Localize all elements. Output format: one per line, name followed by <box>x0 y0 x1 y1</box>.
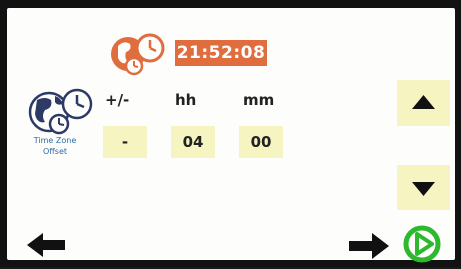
timezone-label-line1: Time Zone <box>33 136 77 145</box>
increment-button[interactable] <box>397 80 450 126</box>
confirm-button[interactable] <box>403 225 443 265</box>
minutes-column-header: mm <box>243 91 275 109</box>
timezone-offset-label: Time Zone Offset <box>27 135 83 157</box>
timezone-label-line2: Offset <box>42 147 68 156</box>
triangle-down-icon <box>412 182 435 196</box>
triangle-up-icon <box>412 95 435 109</box>
arrow-left-icon <box>27 233 65 257</box>
clock-world-icon <box>110 32 170 76</box>
touch-screen: 21:52:08 Time Zone Offset +/- hh mm - 04… <box>7 8 455 263</box>
play-circle-icon <box>403 225 441 263</box>
globe-clock-icon <box>27 86 99 136</box>
next-button[interactable] <box>347 232 389 260</box>
hours-column-header: hh <box>175 91 197 109</box>
minutes-field[interactable]: 00 <box>239 126 283 158</box>
decrement-button[interactable] <box>397 165 450 210</box>
arrow-right-icon <box>349 233 389 259</box>
sign-column-header: +/- <box>105 91 130 109</box>
back-button[interactable] <box>27 232 67 258</box>
sign-field[interactable]: - <box>103 126 147 158</box>
hours-field[interactable]: 04 <box>171 126 215 158</box>
current-time-display: 21:52:08 <box>175 40 267 66</box>
